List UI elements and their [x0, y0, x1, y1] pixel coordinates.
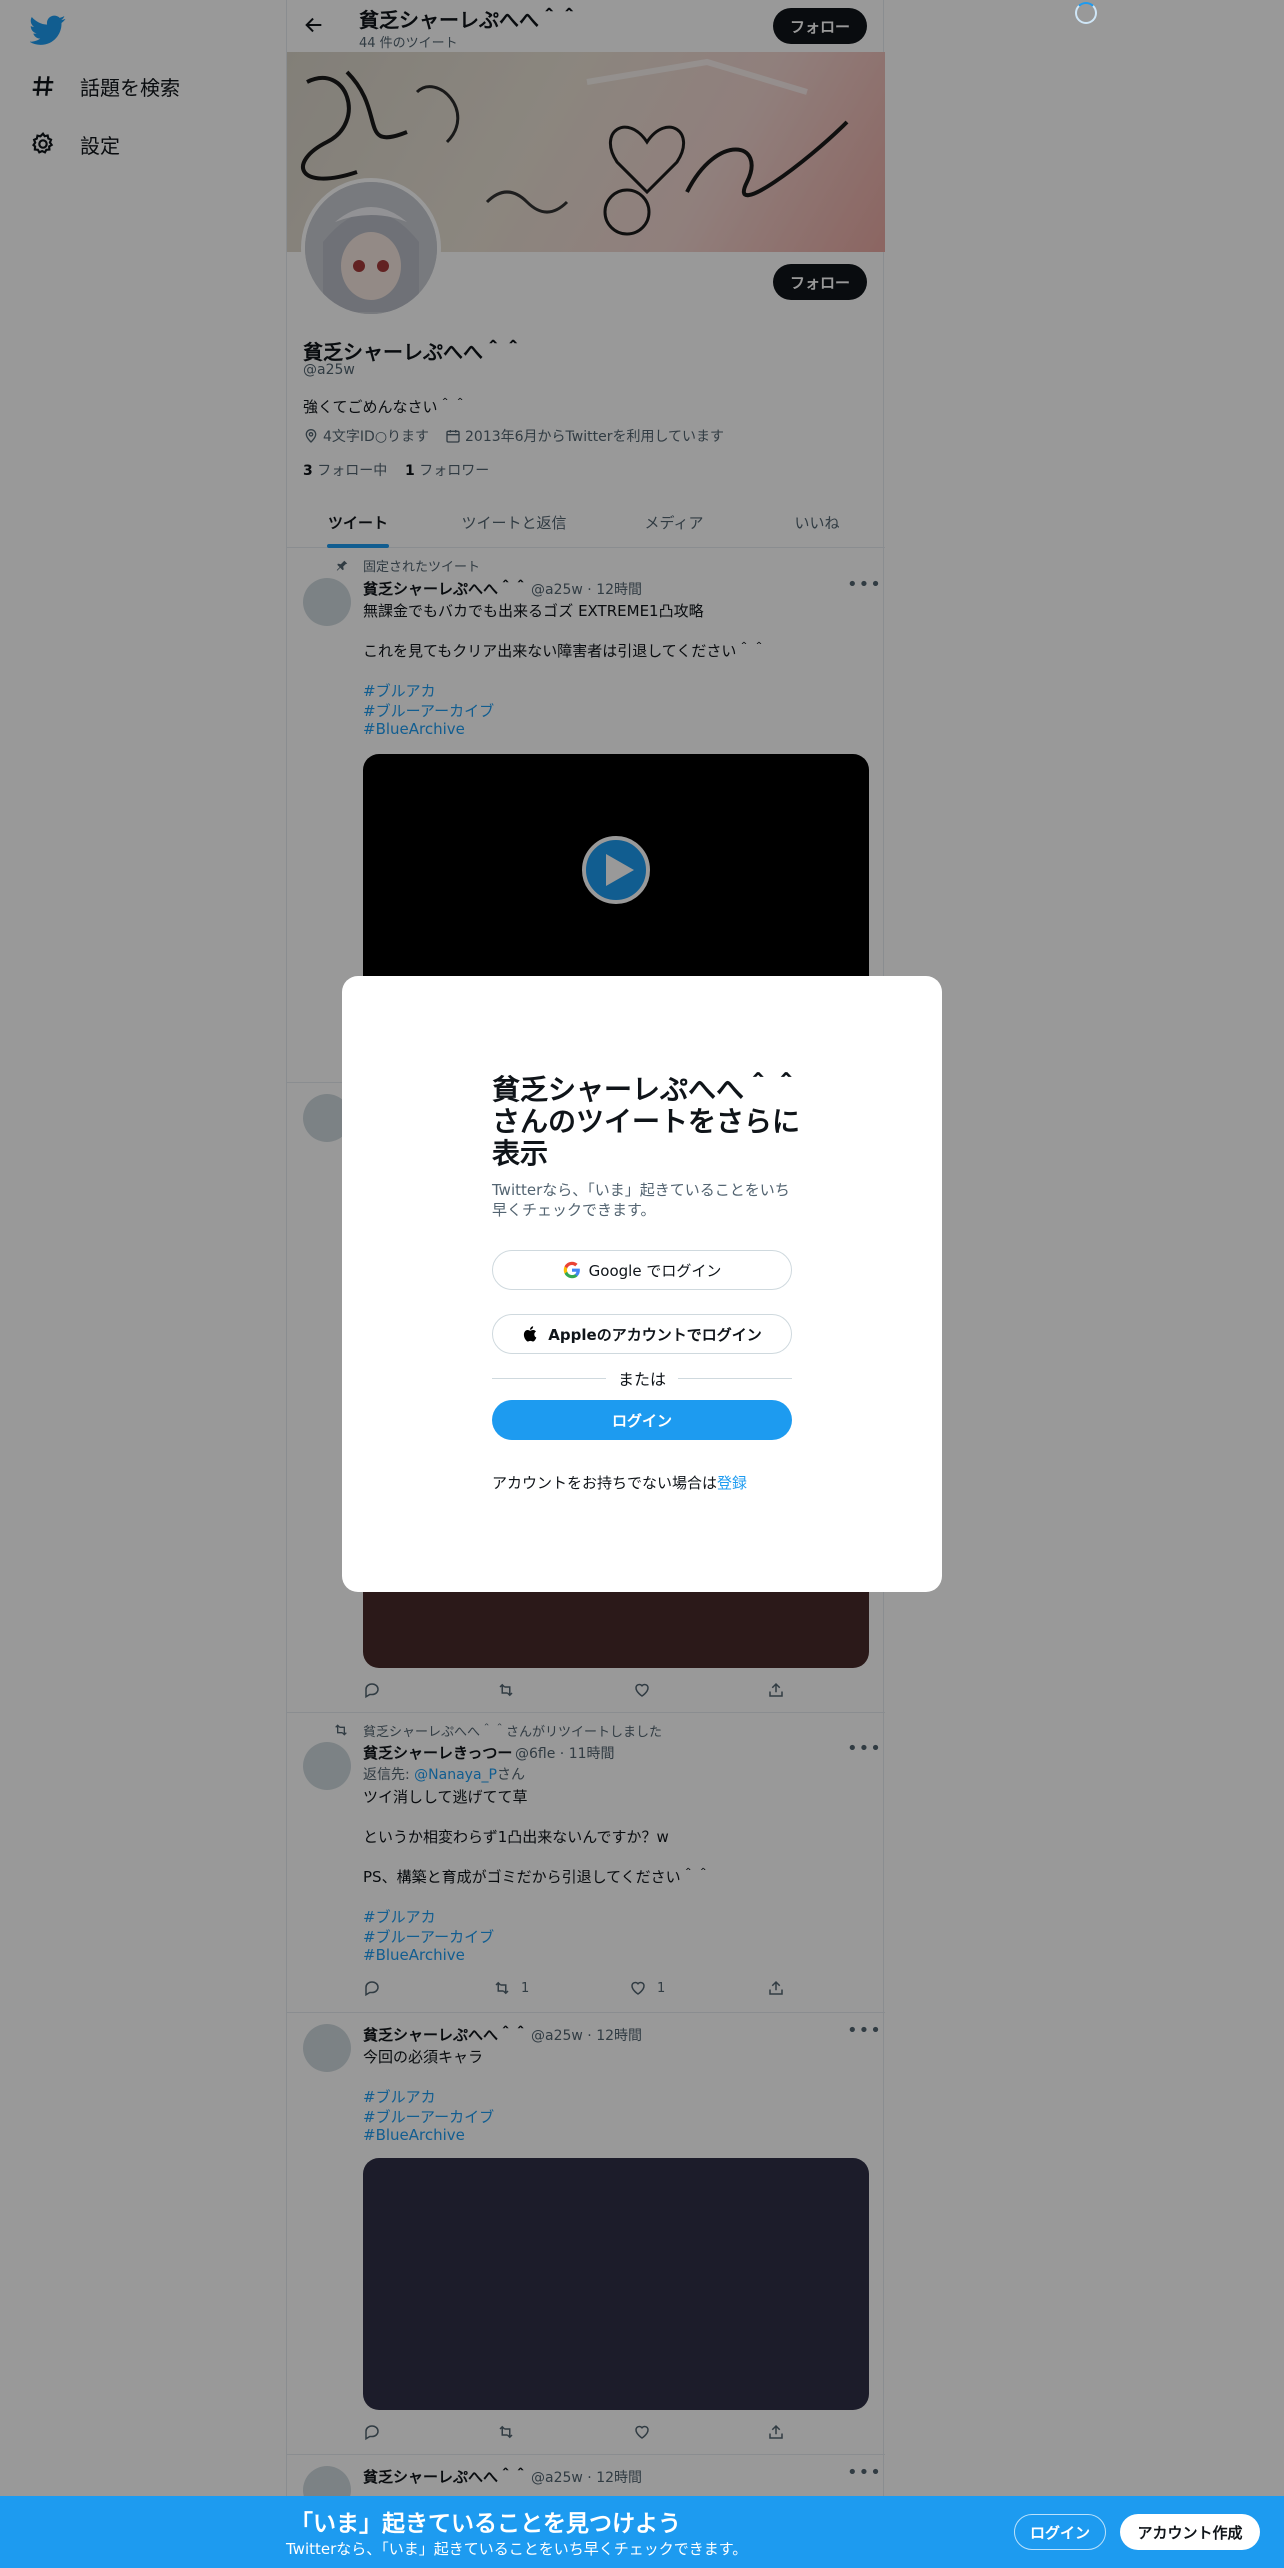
divider-line — [678, 1377, 793, 1379]
bottom-signup-bar: 「いま」起きていることを見つけよう Twitterなら、「いま」起きていることを… — [0, 2496, 1284, 2568]
google-login-button[interactable]: Google でログイン — [492, 1250, 792, 1290]
bottom-bar-title: 「いま」起きていることを見つけよう — [290, 2511, 681, 2537]
login-prompt-modal: 貧乏シャーレぷへへ＾＾さんのツイートをさらに表示 Twitterなら、「いま」起… — [342, 976, 942, 1592]
modal-login-button[interactable]: ログイン — [492, 1400, 792, 1440]
google-icon — [563, 1261, 580, 1279]
apple-login-label: Appleのアカウントでログイン — [548, 1325, 762, 1344]
or-label: または — [618, 1370, 667, 1389]
apple-login-button[interactable]: Appleのアカウントでログイン — [492, 1314, 792, 1354]
signup-link[interactable]: 登録 — [717, 1474, 747, 1492]
loading-spinner-icon — [1075, 2, 1097, 24]
divider-line — [492, 1377, 606, 1379]
signup-prompt: アカウントをお持ちでない場合は登録 — [492, 1472, 747, 1493]
modal-subtitle: Twitterなら、「いま」起きていることをいち早くチェックできます。 — [492, 1181, 790, 1219]
apple-icon — [524, 1326, 537, 1342]
bottom-signup-button[interactable]: アカウント作成 — [1120, 2514, 1260, 2550]
modal-title: 貧乏シャーレぷへへ＾＾さんのツイートをさらに表示 — [492, 1073, 801, 1170]
or-divider: または — [492, 1368, 793, 1389]
bottom-bar-subtitle: Twitterなら、「いま」起きていることをいち早くチェックできます。 — [286, 2540, 748, 2558]
google-login-label: Google でログイン — [588, 1261, 722, 1280]
bottom-login-button[interactable]: ログイン — [1014, 2514, 1106, 2550]
signup-prefix: アカウントをお持ちでない場合は — [492, 1474, 718, 1492]
